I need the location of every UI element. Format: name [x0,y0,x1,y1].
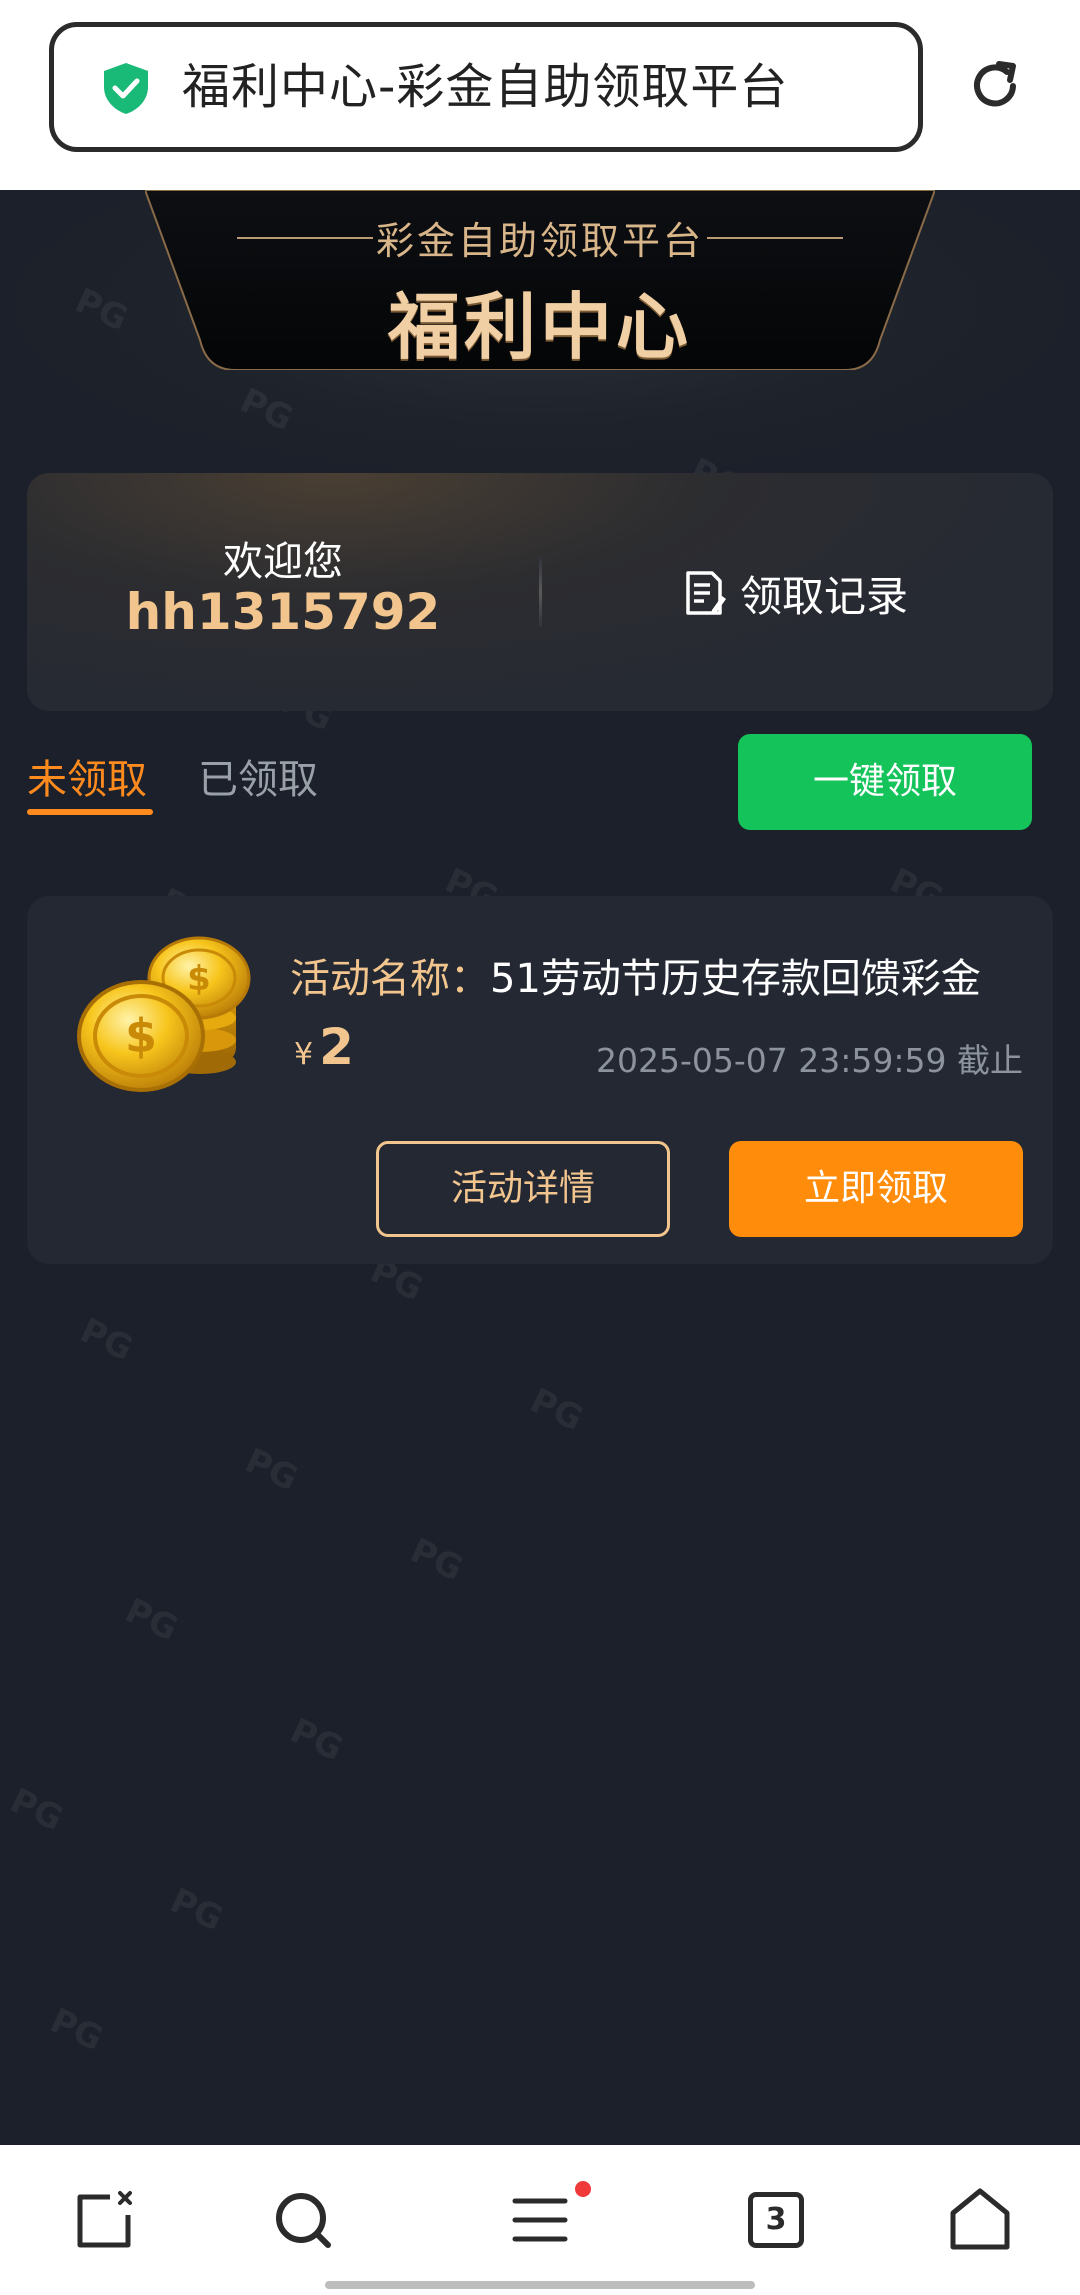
divider [539,557,542,627]
search-icon[interactable] [268,2185,338,2255]
claim-all-button[interactable]: 一键领取 [738,734,1032,830]
watermark: PG [404,1530,469,1590]
hero-plaque: 彩金自助领取平台 福利中心 [145,190,935,370]
watermark: PG [74,1310,139,1370]
welcome-text: 欢迎您 [223,539,343,585]
address-title: 福利中心-彩金自助领取平台 [182,59,789,115]
watermark: PG [119,1590,184,1650]
home-icon[interactable] [945,2185,1015,2255]
claim-records-label: 领取记录 [740,571,909,621]
hero-title: 福利中心 [387,285,692,369]
watermark: PG [239,1440,304,1500]
activity-name-value: 51劳动节历史存款回馈彩金 [490,956,981,1002]
tab-claimed[interactable]: 已领取 [198,747,318,805]
reload-icon[interactable] [963,54,1027,118]
page-content: 彩金自助领取平台 福利中心 PG PG PG PG PG PG PG PG PG… [0,190,1080,2145]
svg-text:$: $ [187,959,211,999]
tab-count: 3 [748,2192,804,2248]
close-page-icon[interactable] [70,2185,140,2255]
notification-dot [575,2181,591,2197]
hero-banner: 彩金自助领取平台 福利中心 [0,190,1080,480]
gold-coins-icon: $ $ [77,936,251,1092]
watermark: PG [44,2000,109,2060]
activity-deadline: 2025-05-07 23:59:59 截止 [596,1041,1023,1080]
watermark: PG [284,1710,349,1770]
address-bar[interactable]: 福利中心-彩金自助领取平台 [49,22,923,152]
tab-active-indicator [27,809,153,815]
activity-name-label: 活动名称： [290,956,490,1002]
tab-unclaimed[interactable]: 未领取 [27,747,147,805]
watermark: PG [4,1780,69,1840]
user-card: 欢迎您 hh1315792 领取记录 [27,473,1053,711]
svg-text:$: $ [125,1009,157,1063]
menu-icon[interactable] [505,2185,575,2255]
activity-name: 活动名称：51劳动节历史存款回馈彩金 [290,946,981,1004]
claim-now-button[interactable]: 立即领取 [729,1141,1023,1237]
home-indicator[interactable] [325,2281,755,2289]
activity-amount: ¥2 [294,1018,354,1076]
activity-card: $ $ 活动名称：51劳动节历史存款回馈彩金 ¥2 2025-05-07 23:… [27,896,1053,1264]
watermark: PG [164,1880,229,1940]
amount-value: 2 [319,1018,354,1076]
activity-detail-button[interactable]: 活动详情 [376,1141,670,1237]
shield-check-icon [104,63,148,114]
tabs-button[interactable]: 3 [748,2192,818,2262]
username: hh1315792 [125,583,441,641]
claim-records-link[interactable]: 领取记录 [682,565,908,621]
currency-symbol: ¥ [294,1037,314,1072]
hero-subtitle: 彩金自助领取平台 [375,219,704,263]
document-icon [686,571,726,615]
browser-bottom-bar: 3 [0,2145,1080,2295]
watermark: PG [524,1380,589,1440]
browser-top-bar: 福利中心-彩金自助领取平台 [0,0,1080,190]
